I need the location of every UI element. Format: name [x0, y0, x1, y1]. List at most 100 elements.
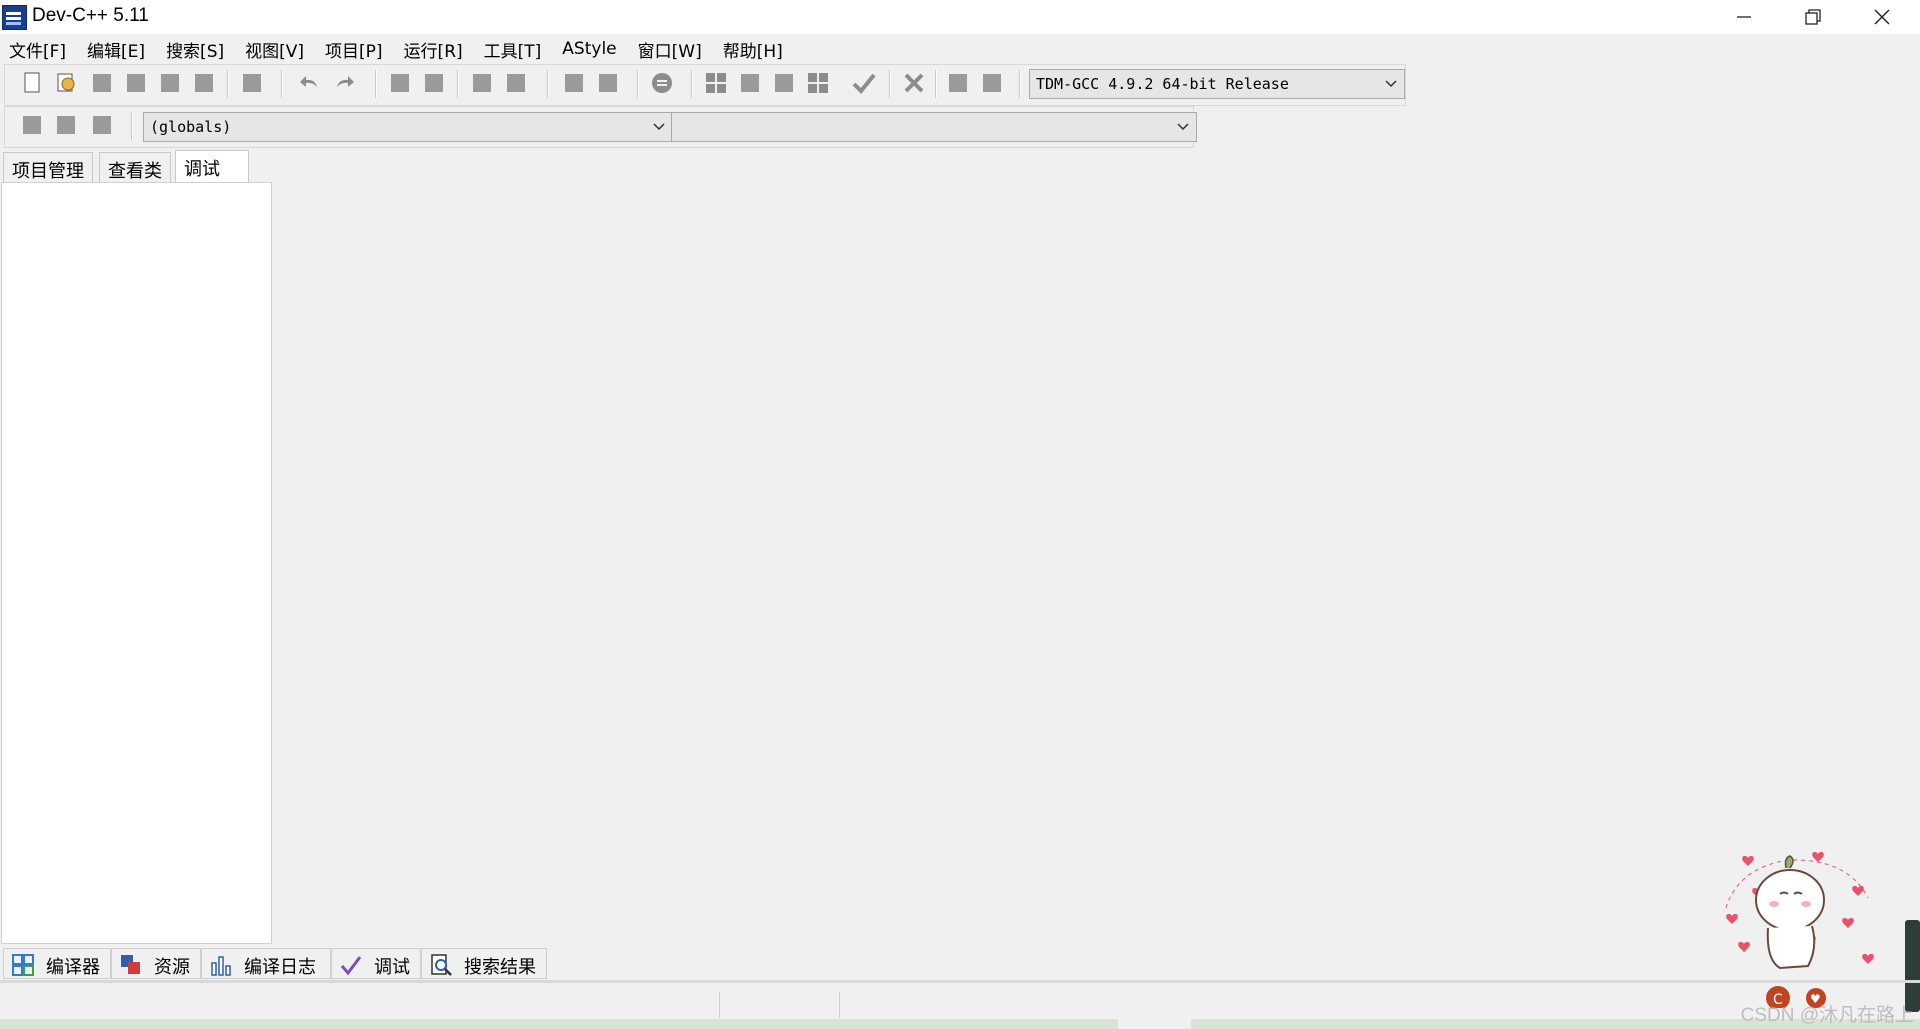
devcpp-app-icon [2, 5, 27, 30]
member-select[interactable] [671, 112, 1197, 142]
profile-icon [949, 74, 967, 92]
redo-icon [337, 76, 354, 87]
stop-execution-button[interactable] [901, 70, 927, 96]
close-all-icon [195, 74, 213, 92]
open-file-icon [57, 73, 75, 92]
undo-icon [300, 76, 317, 87]
run-icon [741, 74, 759, 92]
grid-icon [12, 954, 34, 976]
bottom-tab-compiler[interactable]: 编译器 [3, 948, 111, 979]
bottom-tab-debug[interactable]: 调试 [331, 948, 421, 979]
status-bar [0, 990, 1920, 1019]
tab-label: 查看类 [108, 161, 162, 182]
minimize-icon [1737, 16, 1751, 18]
debug-panel[interactable] [1, 182, 272, 944]
toggle-bookmark-button[interactable] [469, 70, 495, 96]
compile-icon [706, 73, 726, 93]
goto-line-icon [93, 116, 111, 134]
rebuild-all-button[interactable] [805, 70, 831, 96]
close-button[interactable] [1848, 0, 1916, 34]
new-file-button[interactable] [19, 70, 45, 96]
menu-project[interactable]: 项目[P] [325, 37, 383, 62]
restore-button[interactable] [1779, 0, 1847, 34]
menu-file[interactable]: 文件[F] [9, 37, 66, 62]
tab-class-view[interactable]: 查看类 [99, 152, 171, 182]
compile-run-icon [775, 74, 793, 92]
unindent-button[interactable] [421, 70, 447, 96]
main-toolbar: TDM-GCC 4.9.2 64-bit Release [4, 64, 1406, 106]
compile-run-button[interactable] [771, 70, 797, 96]
arrow-right-icon [599, 74, 617, 92]
close-all-button[interactable] [191, 70, 217, 96]
minimize-button[interactable] [1710, 0, 1778, 34]
redo-button[interactable] [331, 70, 357, 96]
stop-x-icon [904, 73, 924, 93]
menu-bar: 文件[F] 编辑[E] 搜索[S] 视图[V] 项目[P] 运行[R] 工具[T… [0, 34, 1920, 64]
menu-help[interactable]: 帮助[H] [723, 37, 783, 62]
syntax-check-button[interactable] [851, 70, 877, 96]
arrow-left-icon [565, 74, 583, 92]
indent-button[interactable] [387, 70, 413, 96]
compile-button[interactable] [703, 70, 729, 96]
search-doc-icon [431, 954, 452, 976]
watermark-text: CSDN @沐凡在路上 [1740, 1005, 1914, 1026]
breakpoint-icon [57, 116, 75, 134]
save-all-icon [127, 74, 145, 92]
close-icon [1874, 9, 1890, 25]
close-file-button[interactable] [157, 70, 183, 96]
tab-label: 项目管理 [12, 161, 84, 182]
chevron-down-icon [1385, 80, 1397, 88]
splitter[interactable] [0, 980, 1920, 983]
save-icon [93, 74, 111, 92]
tab-debug[interactable]: 调试 [175, 150, 249, 183]
save-button[interactable] [89, 70, 115, 96]
bottom-tab-compile-log[interactable]: 编译日志 [201, 948, 331, 979]
goto-bookmark-icon [507, 74, 525, 92]
tab-project-manager[interactable]: 项目管理 [3, 152, 93, 182]
print-icon [243, 74, 261, 92]
bottom-tab-label: 搜索结果 [464, 957, 536, 978]
run-button[interactable] [737, 70, 763, 96]
title-bar: Dev-C++ 5.11 [0, 0, 1920, 34]
find-back-button[interactable] [561, 70, 587, 96]
toggle-breakpoint-button[interactable] [53, 112, 79, 138]
comment-icon [652, 73, 672, 93]
print-button[interactable] [239, 70, 265, 96]
save-all-button[interactable] [123, 70, 149, 96]
menu-edit[interactable]: 编辑[E] [87, 37, 145, 62]
new-file-icon [24, 72, 40, 93]
menu-run[interactable]: 运行[R] [404, 37, 463, 62]
open-file-button[interactable] [53, 70, 79, 96]
chevron-down-icon [1177, 123, 1189, 131]
bottom-tab-resources[interactable]: 资源 [111, 948, 201, 979]
check-icon [340, 956, 362, 976]
close-file-icon [161, 74, 179, 92]
goto-bookmark-button[interactable] [503, 70, 529, 96]
insert-button[interactable] [19, 112, 45, 138]
bottom-tab-label: 编译日志 [244, 957, 316, 978]
bar-chart-icon [211, 956, 231, 976]
compiler-select[interactable]: TDM-GCC 4.9.2 64-bit Release [1029, 69, 1405, 99]
unindent-icon [425, 74, 443, 92]
chevron-down-icon [653, 123, 665, 131]
profile-button[interactable] [945, 70, 971, 96]
comment-button[interactable] [649, 70, 675, 96]
goto-line-button[interactable] [89, 112, 115, 138]
menu-astyle[interactable]: AStyle [562, 39, 616, 59]
menu-view[interactable]: 视图[V] [245, 37, 304, 62]
find-forward-button[interactable] [595, 70, 621, 96]
class-toolbar: (globals) [4, 106, 1197, 148]
delete-profile-icon [983, 74, 1001, 92]
bottom-tab-label: 调试 [374, 957, 410, 978]
delete-profile-button[interactable] [979, 70, 1005, 96]
undo-button[interactable] [297, 70, 323, 96]
scope-select[interactable]: (globals) [143, 112, 673, 142]
menu-search[interactable]: 搜索[S] [166, 37, 224, 62]
status-stripe-left [0, 1019, 1118, 1029]
bottom-tab-label: 资源 [154, 957, 190, 978]
menu-window[interactable]: 窗口[W] [638, 37, 702, 62]
check-icon [852, 73, 876, 94]
menu-tools[interactable]: 工具[T] [484, 37, 542, 62]
bottom-tab-search-results[interactable]: 搜索结果 [421, 948, 547, 979]
insert-icon [23, 116, 41, 134]
